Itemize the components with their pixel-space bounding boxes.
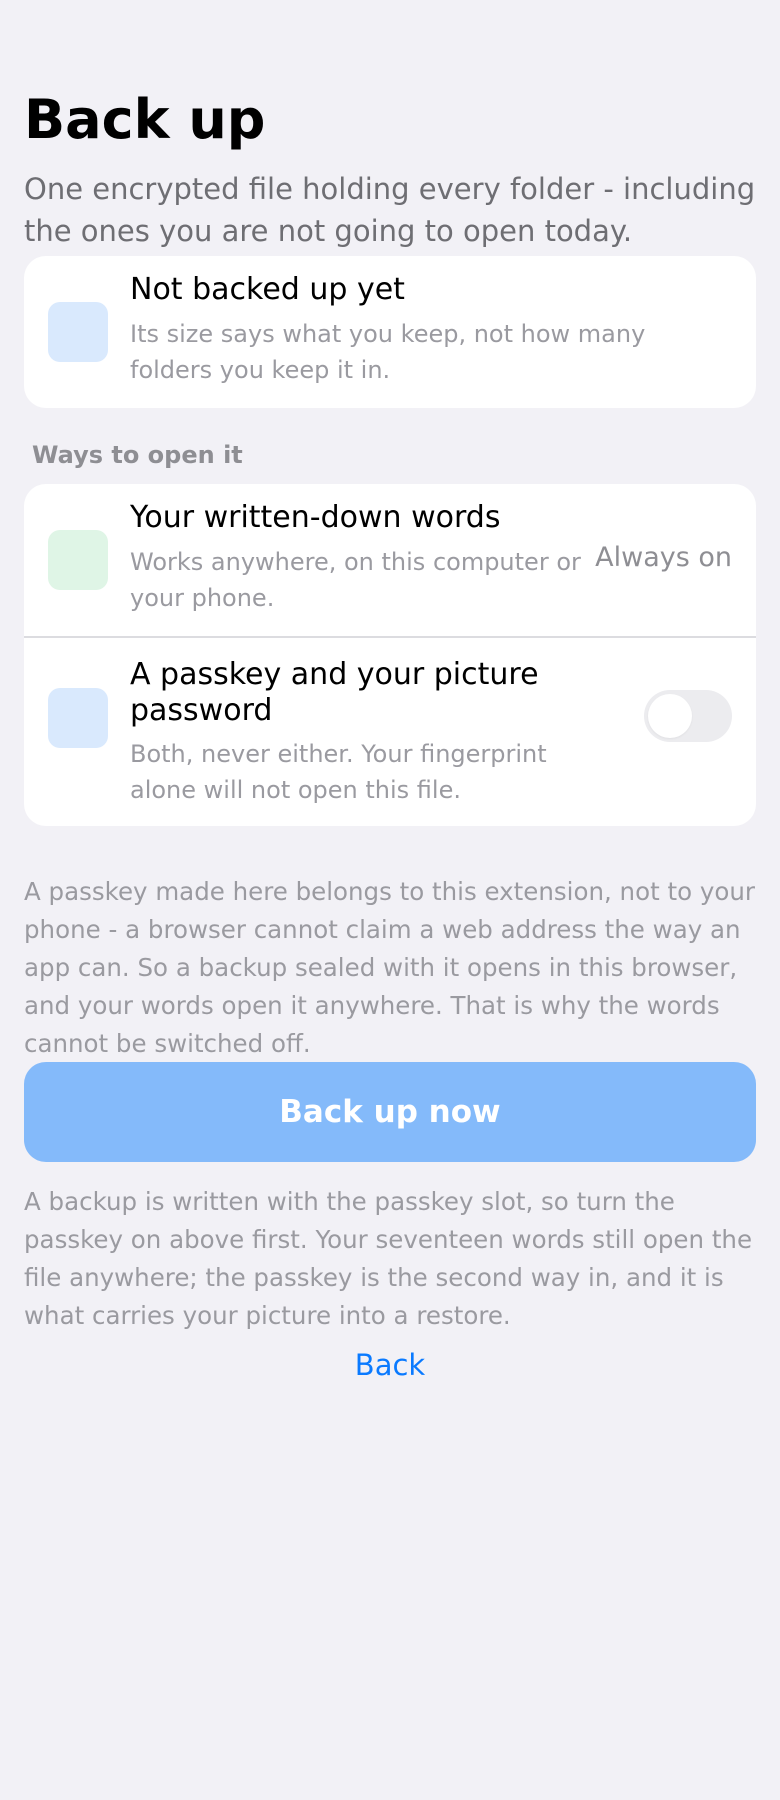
written-words-title: Your written-down words	[130, 500, 501, 535]
passkey-toggle[interactable]	[644, 690, 732, 742]
ways-section-label: Ways to open it	[32, 441, 243, 469]
passkey-icon	[48, 688, 108, 748]
passkey-explanation: A passkey made here belongs to this exte…	[24, 877, 755, 1058]
backup-status-title: Not backed up yet	[130, 272, 405, 307]
written-words-icon	[48, 530, 108, 590]
back-up-now-button[interactable]: Back up now	[24, 1062, 756, 1162]
written-words-description: Works anywhere, on this computer or your…	[130, 548, 581, 612]
passkey-description: Both, never either. Your fingerprint alo…	[130, 740, 547, 804]
ways-to-open-card: Your written-down words Works anywhere, …	[24, 484, 756, 826]
backup-status-icon	[48, 302, 108, 362]
toggle-knob	[648, 694, 692, 738]
written-words-status: Always on	[595, 542, 732, 573]
written-words-row: Your written-down words Works anywhere, …	[24, 484, 756, 636]
page-subtitle: One encrypted file holding every folder …	[24, 172, 756, 248]
backup-status-description: Its size says what you keep, not how man…	[130, 320, 646, 384]
back-link[interactable]: Back	[24, 1346, 756, 1384]
backup-footnote: A backup is written with the passkey slo…	[24, 1187, 753, 1330]
passkey-title: A passkey and your picture password	[130, 657, 539, 728]
page-title: Back up	[24, 88, 266, 151]
passkey-row: A passkey and your picture password Both…	[24, 638, 756, 826]
backup-status-card: Not backed up yet Its size says what you…	[24, 256, 756, 408]
backup-status-row: Not backed up yet Its size says what you…	[24, 256, 756, 408]
